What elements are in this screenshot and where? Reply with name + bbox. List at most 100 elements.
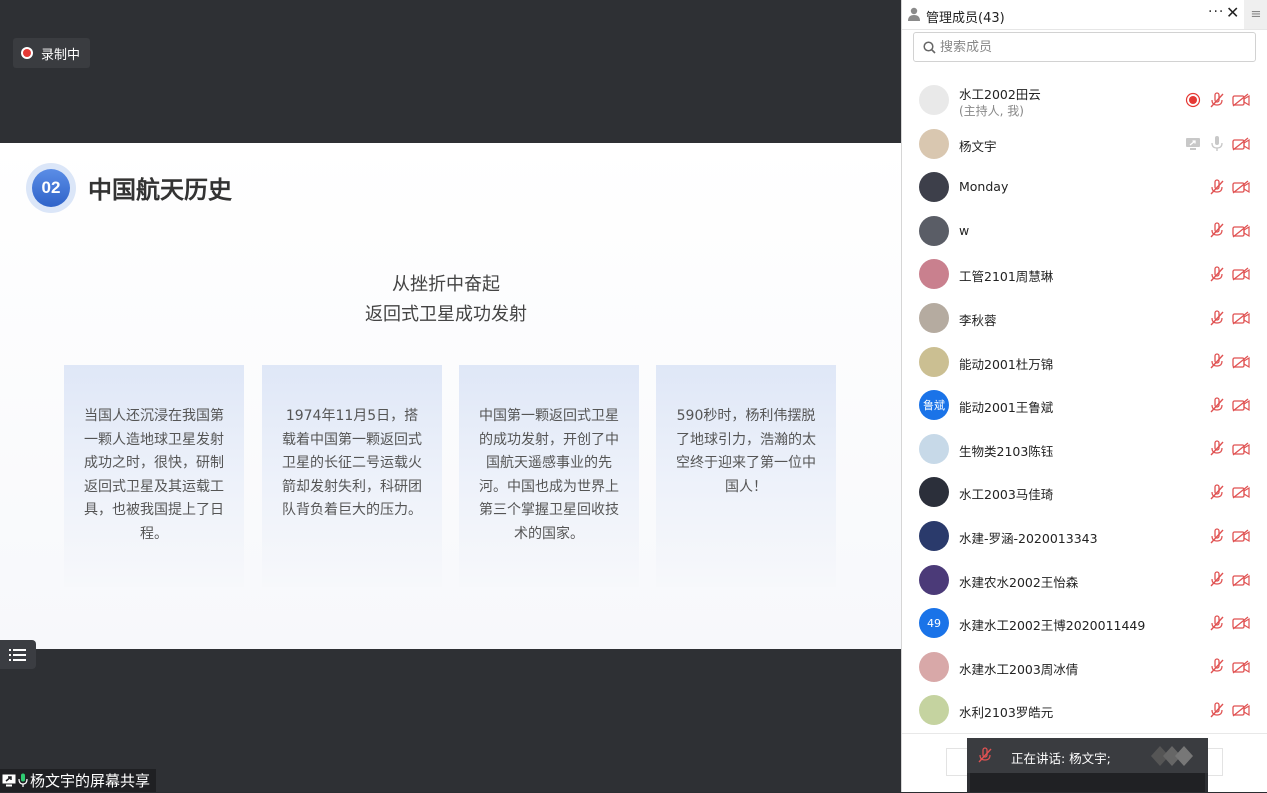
member-status-icons — [1208, 702, 1250, 718]
mic-status[interactable] — [1208, 397, 1226, 413]
mic-status[interactable] — [1208, 353, 1226, 370]
list-menu-button[interactable] — [0, 640, 36, 669]
avatar — [919, 303, 949, 333]
camera-status[interactable] — [1232, 484, 1250, 500]
mic-muted-icon — [1210, 397, 1224, 413]
screen-share-icon — [1186, 137, 1200, 150]
member-row[interactable]: 水工2002田云 (主持人, 我) — [902, 79, 1267, 122]
camera-status[interactable] — [1232, 441, 1250, 457]
mic-muted-icon — [1210, 91, 1224, 107]
camera-status[interactable] — [1232, 92, 1250, 108]
mic-status[interactable] — [1208, 91, 1226, 108]
mic-status[interactable] — [1208, 179, 1226, 195]
mic-status[interactable] — [1208, 484, 1226, 500]
member-row[interactable]: 水利2103罗皓元 — [902, 689, 1267, 732]
slide-number: 02 — [32, 169, 70, 207]
member-status-icons — [1184, 91, 1250, 108]
member-row[interactable]: 杨文宇 — [902, 123, 1267, 166]
avatar — [919, 85, 949, 115]
panel-menu-icon[interactable]: ≡ — [1244, 0, 1267, 29]
member-row[interactable]: 49 水建水工2002王博2020011449 — [902, 602, 1267, 645]
mic-muted-icon — [1210, 179, 1224, 195]
mic-status[interactable] — [1208, 527, 1226, 544]
member-row[interactable]: 能动2001杜万锦 — [902, 341, 1267, 384]
camera-off-icon — [1232, 311, 1250, 325]
camera-status[interactable] — [1232, 615, 1250, 631]
member-name: Monday — [959, 179, 1009, 195]
camera-off-icon — [1232, 93, 1250, 107]
mic-status[interactable] — [1208, 571, 1226, 588]
camera-status[interactable] — [1232, 528, 1250, 544]
slide-card-text: 当国人还沉浸在我国第一颗人造地球卫星发射成功之时，很快，研制返回式卫星及其运载工… — [84, 408, 224, 542]
avatar — [919, 215, 949, 246]
camera-status[interactable] — [1232, 572, 1250, 588]
mic-status[interactable] — [1208, 136, 1226, 152]
mic-status[interactable] — [1208, 266, 1226, 282]
camera-status[interactable] — [1232, 354, 1250, 370]
member-status-icons — [1208, 179, 1250, 195]
mic-status[interactable] — [1208, 440, 1226, 457]
mic-muted-icon — [1210, 571, 1224, 587]
member-row[interactable]: 鲁斌 能动2001王鲁斌 — [902, 384, 1267, 427]
avatar — [919, 346, 949, 377]
close-icon[interactable]: ✕ — [1226, 3, 1239, 22]
mic-status[interactable] — [1208, 222, 1226, 239]
member-row[interactable]: Monday — [902, 166, 1267, 209]
member-status-icons — [1208, 397, 1250, 413]
screen-share-owner: 杨文宇的屏幕共享 — [30, 772, 151, 790]
member-name: 李秋蓉 — [959, 313, 997, 328]
recording-indicator[interactable]: 录制中 — [13, 38, 91, 68]
member-row[interactable]: 李秋蓉 — [902, 297, 1267, 340]
camera-status[interactable] — [1232, 310, 1250, 326]
camera-off-icon — [1232, 398, 1250, 412]
recording-label: 录制中 — [41, 47, 81, 63]
avatar: 鲁斌 — [919, 390, 949, 421]
member-row[interactable]: 水建水工2003周冰倩 — [902, 646, 1267, 689]
member-row[interactable]: 水建农水2002王怡森 — [902, 559, 1267, 602]
member-row[interactable]: w — [902, 210, 1267, 253]
avatar — [919, 564, 949, 595]
more-options-icon[interactable]: ··· — [1208, 4, 1224, 20]
mic-muted-icon — [1210, 527, 1224, 543]
member-name: 生物类2103陈钰 — [959, 443, 1054, 459]
camera-status[interactable] — [1232, 136, 1250, 152]
slide-card-text: 590秒时，杨利伟摆脱了地球引力，浩瀚的太空终于迎来了第一位中国人！ — [676, 408, 816, 495]
camera-status[interactable] — [1232, 179, 1250, 195]
member-search-box[interactable] — [913, 32, 1256, 62]
member-row[interactable]: 工管2101周慧琳 — [902, 253, 1267, 296]
member-search-input[interactable] — [940, 39, 1240, 55]
mic-muted-icon — [1210, 484, 1224, 500]
shared-screen-area: 录制中 02 中国航天历史 从挫折中奋起 返回式卫星成功发射 当国人还沉浸在我国… — [0, 0, 901, 792]
member-row[interactable]: 生物类2103陈钰 — [902, 428, 1267, 471]
mic-status[interactable] — [1208, 615, 1226, 631]
member-name: 工管2101周慧琳 — [959, 269, 1054, 285]
mic-status[interactable] — [1208, 309, 1226, 326]
mic-muted-icon — [1210, 266, 1224, 282]
member-name: 水建-罗涵-2020013343 — [959, 531, 1098, 546]
camera-status[interactable] — [1232, 223, 1250, 239]
user-icon — [908, 7, 920, 21]
slide-card-4: 590秒时，杨利伟摆脱了地球引力，浩瀚的太空终于迎来了第一位中国人！ — [656, 365, 836, 587]
avatar — [919, 259, 949, 290]
speaker-video-area — [970, 773, 1205, 792]
camera-status[interactable] — [1232, 659, 1250, 675]
member-name: 杨文宇 — [959, 138, 997, 154]
member-name: 水利2103罗皓元 — [959, 705, 1054, 721]
camera-status[interactable] — [1232, 266, 1250, 282]
avatar — [919, 651, 949, 682]
member-status-icons — [1208, 353, 1250, 370]
member-row[interactable]: 水建-罗涵-2020013343 — [902, 515, 1267, 558]
member-row[interactable]: 水工2003马佳琦 — [902, 471, 1267, 514]
camera-status[interactable] — [1232, 397, 1250, 413]
slide-subtitle-2: 返回式卫星成功发射 — [365, 304, 527, 325]
camera-status[interactable] — [1232, 702, 1250, 718]
member-status-icons — [1208, 527, 1250, 544]
avatar — [919, 433, 949, 464]
avatar — [919, 128, 949, 159]
avatar: 49 — [919, 608, 949, 639]
mic-muted-icon — [978, 747, 992, 763]
member-name: 水建水工2002王博2020011449 — [959, 618, 1146, 634]
mic-status[interactable] — [1208, 658, 1226, 675]
mic-status[interactable] — [1208, 702, 1226, 718]
speaking-bar: 正在讲话: 杨文宇; — [967, 738, 1208, 773]
